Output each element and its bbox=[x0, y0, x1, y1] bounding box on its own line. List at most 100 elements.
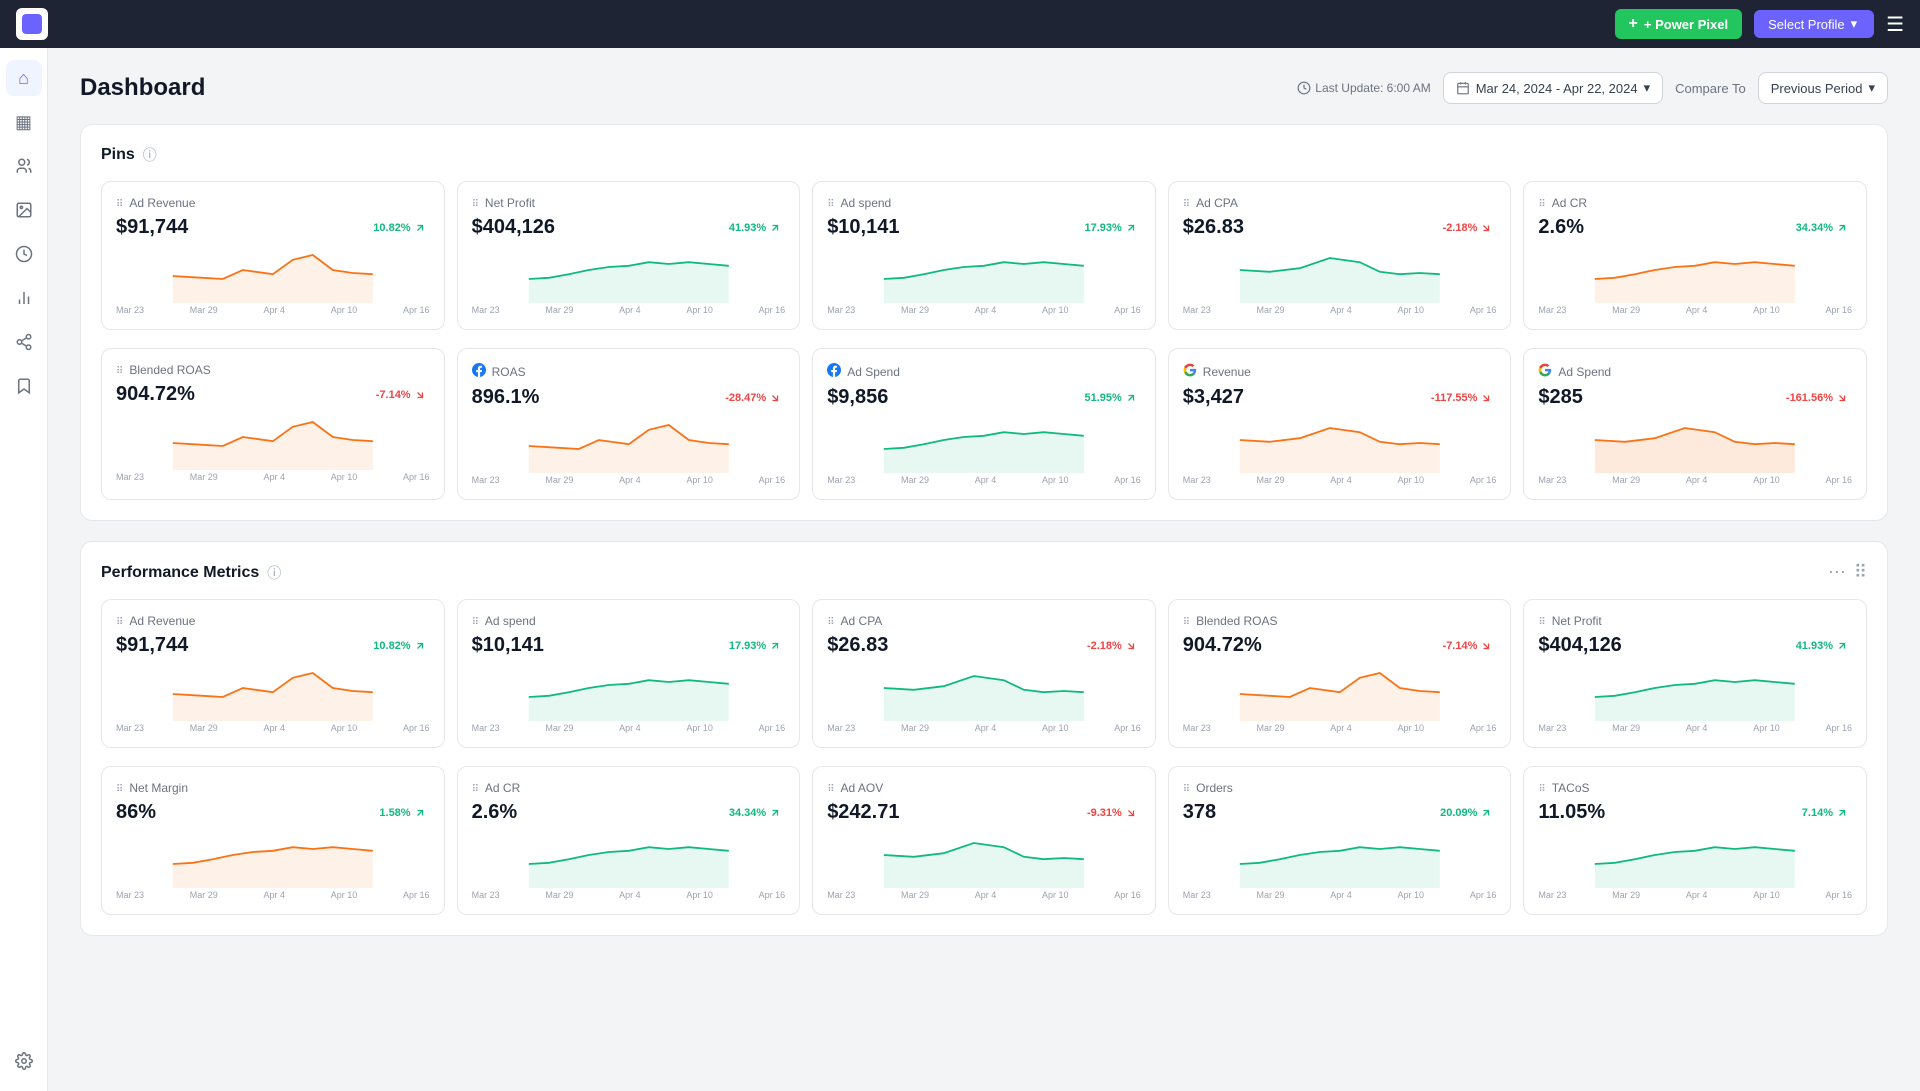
card-icon: ⠿ bbox=[1538, 196, 1545, 210]
pins-title-row: Pins ⓘ bbox=[101, 145, 157, 165]
sidebar-item-analytics[interactable]: ▦ bbox=[6, 104, 42, 140]
axis-label: Mar 29 bbox=[545, 305, 573, 315]
card-label: Ad CPA bbox=[1196, 196, 1238, 210]
axis-label: Apr 10 bbox=[1042, 723, 1069, 733]
card-value-row: 11.05% 7.14% bbox=[1538, 801, 1852, 824]
card-icon: ⠿ bbox=[1183, 196, 1190, 210]
profile-dropdown[interactable]: Select Profile ▾ bbox=[1754, 10, 1874, 38]
card-value: 904.72% bbox=[1183, 634, 1262, 657]
performance-info-icon[interactable]: ⓘ bbox=[267, 563, 281, 583]
card-badge: 51.95% bbox=[1080, 390, 1140, 406]
card-value: $242.71 bbox=[827, 801, 899, 824]
card-chart bbox=[1183, 828, 1497, 888]
axis-label: Mar 23 bbox=[472, 475, 500, 485]
more-options-icon[interactable]: ⋯ bbox=[1828, 562, 1846, 583]
card-value-row: $404,126 41.93% bbox=[472, 216, 786, 239]
card-icon: ⠿ bbox=[116, 363, 123, 377]
performance-title-row: Performance Metrics ⓘ bbox=[101, 563, 281, 583]
pins-info-icon[interactable]: ⓘ bbox=[143, 145, 157, 165]
axis-label: Apr 4 bbox=[975, 890, 997, 900]
axis-label: Apr 4 bbox=[619, 305, 641, 315]
metric-card: ⠿ TACoS 11.05% 7.14% Mar 23Mar 29Apr 4Ap… bbox=[1523, 766, 1867, 915]
metric-card: ⠿ Ad CR 2.6% 34.34% Mar 23Mar 29Apr 4Apr… bbox=[1523, 181, 1867, 330]
card-label: Blended ROAS bbox=[1196, 614, 1277, 628]
dashboard-header: Dashboard Last Update: 6:00 AM Mar 24, 2… bbox=[80, 72, 1888, 104]
axis-label: Apr 16 bbox=[1825, 475, 1852, 485]
card-chart bbox=[827, 828, 1141, 888]
axis-label: Apr 16 bbox=[1825, 723, 1852, 733]
metric-card: ⠿ Ad spend $10,141 17.93% Mar 23Mar 29Ap… bbox=[812, 181, 1156, 330]
card-icon: ⠿ bbox=[827, 196, 834, 210]
card-value: $285 bbox=[1538, 386, 1583, 409]
card-chart bbox=[827, 243, 1141, 303]
card-label: Ad AOV bbox=[841, 781, 884, 795]
card-value-row: $26.83 -2.18% bbox=[827, 634, 1141, 657]
power-pixel-button[interactable]: + Power Pixel bbox=[1615, 9, 1743, 39]
card-value-row: $91,744 10.82% bbox=[116, 634, 430, 657]
card-value-row: 2.6% 34.34% bbox=[1538, 216, 1852, 239]
card-badge: -2.18% bbox=[1439, 220, 1497, 236]
card-badge: 10.82% bbox=[369, 638, 429, 654]
card-icon: ⠿ bbox=[472, 196, 479, 210]
sidebar-item-bookmark[interactable] bbox=[6, 368, 42, 404]
card-icon: ⠿ bbox=[116, 196, 123, 210]
card-label-row: ⠿ TACoS bbox=[1538, 781, 1852, 795]
sidebar-item-home[interactable]: ⌂ bbox=[6, 60, 42, 96]
card-value-row: 904.72% -7.14% bbox=[116, 383, 430, 406]
axis-label: Mar 23 bbox=[116, 723, 144, 733]
pins-section: Pins ⓘ ⠿ Ad Revenue $91,744 10.82% Mar 2… bbox=[80, 124, 1888, 521]
sidebar-item-users[interactable] bbox=[6, 148, 42, 184]
card-chart bbox=[1538, 413, 1852, 473]
chart-axis: Mar 23Mar 29Apr 4Apr 10Apr 16 bbox=[116, 472, 430, 482]
chart-axis: Mar 23Mar 29Apr 4Apr 10Apr 16 bbox=[827, 475, 1141, 485]
card-chart bbox=[116, 410, 430, 470]
axis-label: Mar 23 bbox=[1538, 890, 1566, 900]
axis-label: Apr 4 bbox=[1686, 890, 1708, 900]
card-chart bbox=[472, 828, 786, 888]
axis-label: Apr 16 bbox=[403, 305, 430, 315]
date-range-button[interactable]: Mar 24, 2024 - Apr 22, 2024 ▾ bbox=[1443, 72, 1663, 104]
card-label-row: ⠿ Net Profit bbox=[472, 196, 786, 210]
sidebar-item-settings[interactable] bbox=[6, 1043, 42, 1079]
axis-label: Mar 23 bbox=[1538, 305, 1566, 315]
dropdown-chevron: ▾ bbox=[1851, 16, 1858, 32]
card-icon: ⠿ bbox=[827, 614, 834, 628]
grid-icon[interactable]: ⠿ bbox=[1854, 562, 1867, 583]
chart-axis: Mar 23Mar 29Apr 4Apr 10Apr 16 bbox=[1183, 723, 1497, 733]
sidebar-item-reports[interactable] bbox=[6, 280, 42, 316]
axis-label: Mar 29 bbox=[901, 723, 929, 733]
chart-axis: Mar 23Mar 29Apr 4Apr 10Apr 16 bbox=[1183, 305, 1497, 315]
metric-card: ⠿ Ad CPA $26.83 -2.18% Mar 23Mar 29Apr 4… bbox=[812, 599, 1156, 748]
performance-title: Performance Metrics bbox=[101, 564, 259, 582]
card-badge: -7.14% bbox=[372, 387, 430, 403]
sidebar-item-images[interactable] bbox=[6, 192, 42, 228]
axis-label: Apr 16 bbox=[759, 475, 786, 485]
axis-label: Mar 23 bbox=[827, 723, 855, 733]
sidebar-item-share[interactable] bbox=[6, 324, 42, 360]
axis-label: Apr 16 bbox=[403, 890, 430, 900]
card-label-row: ⠿ Blended ROAS bbox=[1183, 614, 1497, 628]
chart-axis: Mar 23Mar 29Apr 4Apr 10Apr 16 bbox=[472, 305, 786, 315]
card-value: $404,126 bbox=[472, 216, 555, 239]
card-icon bbox=[472, 363, 486, 380]
sidebar-item-revenue[interactable] bbox=[6, 236, 42, 272]
metric-card: ⠿ Blended ROAS 904.72% -7.14% Mar 23Mar … bbox=[101, 348, 445, 500]
metric-card: ⠿ Ad CR 2.6% 34.34% Mar 23Mar 29Apr 4Apr… bbox=[457, 766, 801, 915]
card-value: $26.83 bbox=[1183, 216, 1244, 239]
metric-card: ⠿ Ad Revenue $91,744 10.82% Mar 23Mar 29… bbox=[101, 599, 445, 748]
chart-axis: Mar 23Mar 29Apr 4Apr 10Apr 16 bbox=[1538, 475, 1852, 485]
compare-period-label: Previous Period bbox=[1771, 81, 1863, 96]
metric-card: ⠿ Ad CPA $26.83 -2.18% Mar 23Mar 29Apr 4… bbox=[1168, 181, 1512, 330]
card-value: $10,141 bbox=[472, 634, 544, 657]
metric-card: Revenue $3,427 -117.55% Mar 23Mar 29Apr … bbox=[1168, 348, 1512, 500]
card-label-row: ⠿ Ad Revenue bbox=[116, 614, 430, 628]
topbar: + Power Pixel Select Profile ▾ ☰ bbox=[0, 0, 1920, 48]
compare-period-button[interactable]: Previous Period ▾ bbox=[1758, 72, 1888, 104]
card-value-row: $404,126 41.93% bbox=[1538, 634, 1852, 657]
card-value-row: $285 -161.56% bbox=[1538, 386, 1852, 409]
axis-label: Apr 4 bbox=[1686, 305, 1708, 315]
hamburger-button[interactable]: ☰ bbox=[1886, 12, 1904, 37]
axis-label: Apr 4 bbox=[264, 890, 286, 900]
metric-card: ⠿ Ad spend $10,141 17.93% Mar 23Mar 29Ap… bbox=[457, 599, 801, 748]
performance-row2: ⠿ Net Margin 86% 1.58% Mar 23Mar 29Apr 4… bbox=[101, 766, 1867, 915]
